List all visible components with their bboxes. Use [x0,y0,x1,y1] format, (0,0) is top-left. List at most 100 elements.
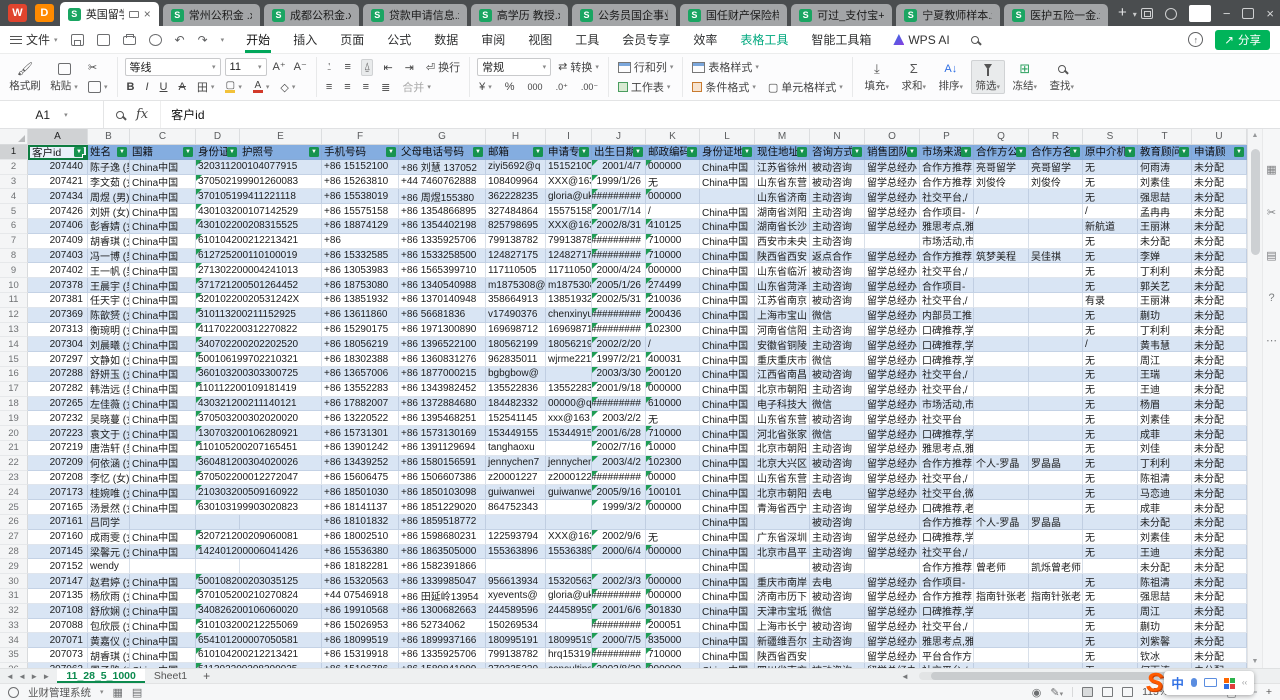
cell[interactable]: China中国 [700,441,755,456]
cell[interactable]: 未分配 [1192,189,1247,204]
cell[interactable] [974,633,1029,648]
cell[interactable]: China中国 [130,367,196,382]
cell[interactable] [974,619,1029,634]
cell[interactable]: 主动咨询 [810,219,865,234]
cell[interactable]: 留学总经办 [865,471,920,486]
cell[interactable]: 未分配 [1192,500,1247,515]
cell[interactable]: 山东省临沂 [755,263,810,278]
cell[interactable]: 000000 [646,545,700,560]
add-sheet-button[interactable]: + [196,669,217,683]
cell[interactable]: +86 15536380 [322,545,399,560]
header-cell[interactable]: 姓名▼ [88,145,130,160]
cell[interactable]: 未分配 [1138,234,1192,249]
cell[interactable]: +86 1335925706 [399,234,486,249]
avatar[interactable] [1189,5,1211,22]
cell[interactable]: 2005/9/16 [592,485,646,500]
cell[interactable]: 710000 [646,426,700,441]
cell[interactable]: China中国 [130,589,196,604]
cell[interactable]: 李忆 (女) [88,471,130,486]
cell[interactable]: 32010220020531242X [196,293,240,308]
cell[interactable]: 207409 [28,234,88,249]
cell[interactable]: 000000 [646,160,700,175]
cell[interactable]: China中国 [130,189,196,204]
search-icon[interactable] [971,36,979,44]
row-number[interactable]: 22 [0,456,28,471]
cell[interactable]: XXX@163. [546,175,592,190]
row-number[interactable]: 3 [0,175,28,190]
cell[interactable]: 无 [1083,352,1138,367]
cell[interactable]: 未分配 [1192,160,1247,175]
filter-dropdown-icon[interactable]: ▼ [227,147,237,157]
cell[interactable] [240,515,322,530]
italic-button[interactable]: I [143,79,150,96]
row-number[interactable]: 5 [0,204,28,219]
cell[interactable]: 10000 [646,441,700,456]
cell[interactable]: 710000 [646,648,700,663]
cell[interactable]: 274499 [646,278,700,293]
cell[interactable]: +44 07546918 [322,589,399,604]
cell[interactable]: +86 18302388 [322,352,399,367]
cell[interactable]: 207165 [28,500,88,515]
percent-button[interactable]: % [503,79,517,96]
cell[interactable]: 956613934 [486,574,546,589]
filter-dropdown-icon[interactable]: ▼ [1070,147,1080,157]
cell[interactable]: China中国 [700,204,755,219]
cell[interactable]: 被动咨询 [810,559,865,574]
cell[interactable]: 无 [1083,456,1138,471]
cell[interactable]: 000000 [646,189,700,204]
cell[interactable]: 未分配 [1192,337,1247,352]
cell[interactable] [974,382,1029,397]
sum-button[interactable]: Σ求和▾ [897,61,931,93]
column-header-B[interactable]: B [88,129,130,144]
cell[interactable]: 留学总经办 [865,574,920,589]
menu-insert[interactable]: 插入 [292,26,318,53]
cell[interactable]: 630103199903020823 [196,500,240,515]
cell[interactable]: 207403 [28,249,88,264]
cell[interactable]: 无 [1083,411,1138,426]
cell[interactable]: 370105200210270824 [196,589,240,604]
cell[interactable]: 个人-罗晶 [974,515,1029,530]
cell[interactable]: +86 52734062 [399,619,486,634]
cell[interactable]: China中国 [130,234,196,249]
cell[interactable]: 102300 [646,323,700,338]
mic-icon[interactable] [1191,678,1197,687]
cell[interactable]: jennychen7 [546,456,592,471]
cell[interactable] [1029,485,1083,500]
cell[interactable]: China中国 [700,219,755,234]
menu-data[interactable]: 数据 [433,26,459,53]
header-cell[interactable]: 申请专用▼ [546,145,592,160]
row-number[interactable]: 23 [0,471,28,486]
cell[interactable]: 124827175 [546,249,592,264]
cell[interactable]: +86 18182281 [322,559,399,574]
column-header-I[interactable]: I [546,129,592,144]
align-middle-button[interactable]: ≡ [342,59,352,76]
cell[interactable]: +86 1565399710 [399,263,486,278]
redo-icon[interactable]: ↷ [198,34,208,46]
cell[interactable]: 被动咨询 [810,619,865,634]
cell[interactable]: 未分配 [1192,604,1247,619]
filter-dropdown-icon[interactable]: ▼ [633,147,643,157]
cell[interactable]: 1999/1/26 [592,175,646,190]
cell[interactable]: China中国 [130,545,196,560]
cell[interactable]: 汤景然 (女 [88,500,130,515]
header-cell[interactable]: 现住地址▼ [755,145,810,160]
cell[interactable]: 主动咨询 [810,189,865,204]
cell[interactable]: 留学总经办 [865,219,920,234]
cell[interactable]: 留学总经办 [865,426,920,441]
conditional-format-button[interactable]: 条件格式▾ [690,79,758,96]
cell[interactable]: 151521001 [546,160,592,175]
cell[interactable]: 207282 [28,382,88,397]
cell[interactable]: 陈祖清 [1138,471,1192,486]
cell[interactable] [1029,323,1083,338]
cell[interactable]: 207381 [28,293,88,308]
cell[interactable]: 山东省东营 [755,411,810,426]
cell[interactable]: 合作方推荐 [920,160,974,175]
cell[interactable]: China中国 [700,397,755,412]
cell[interactable]: 654101200007050581 [196,633,240,648]
cell[interactable] [546,619,592,634]
cell[interactable]: 蒯玏 [1138,308,1192,323]
cell[interactable]: XXX@163. [546,219,592,234]
cell[interactable]: 王丽淋 [1138,219,1192,234]
cell[interactable]: 主动咨询 [810,530,865,545]
column-header-S[interactable]: S [1083,129,1138,144]
